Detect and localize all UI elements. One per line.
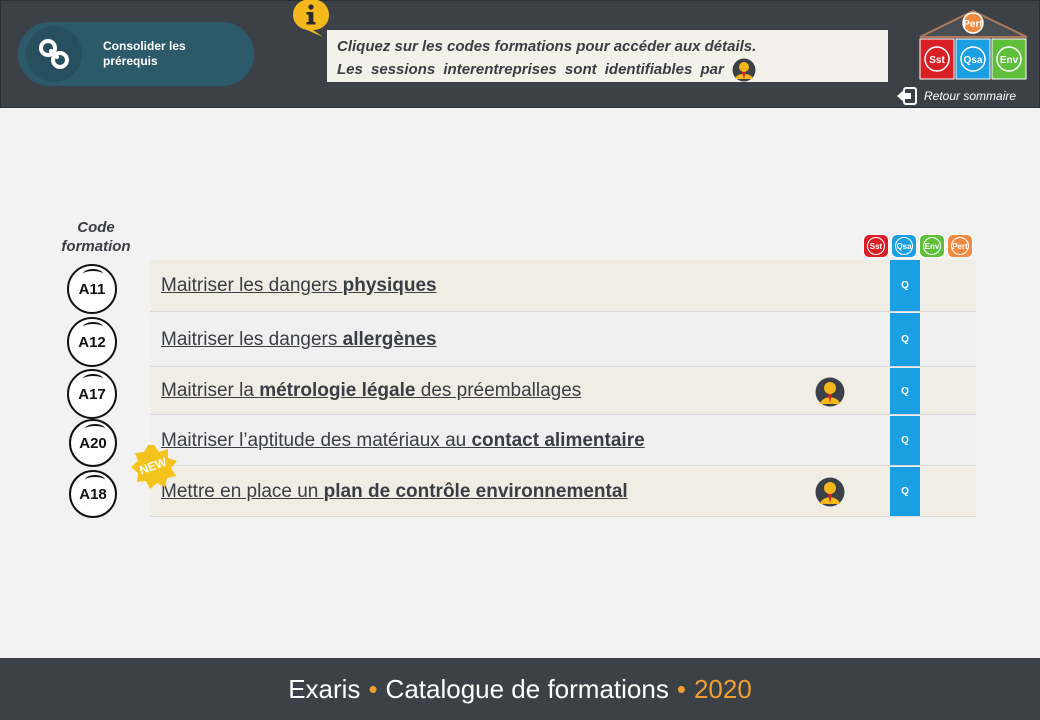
link-icon xyxy=(26,26,82,82)
category-q-marker: Q xyxy=(890,416,920,465)
course-title-link[interactable]: Maitriser les dangers allergènes xyxy=(150,313,860,366)
row-band: Maitriser la métrologie légale des préem… xyxy=(150,368,976,415)
svg-text:Env: Env xyxy=(1000,55,1019,66)
table-row: A11 Maitriser les dangers physiques Q xyxy=(0,260,1040,314)
footer-year: 2020 xyxy=(693,673,752,704)
category-q-marker: Q xyxy=(890,260,920,311)
instructions-line-2: Les sessions interentreprises sont ident… xyxy=(337,58,878,82)
svg-text:Sst: Sst xyxy=(929,55,945,66)
row-band: Maitriser les dangers allergènes Q xyxy=(150,313,976,367)
category-pert-icon: Pert xyxy=(947,234,973,258)
row-band: Maitriser les dangers physiques Q xyxy=(150,260,976,312)
code-badge-a20[interactable]: A20 xyxy=(69,419,117,467)
interentreprise-icon xyxy=(730,58,758,82)
course-title-link[interactable]: Maitriser l’aptitude des matériaux au co… xyxy=(150,416,860,465)
footer-bar: Exaris • Catalogue de formations • 2020 xyxy=(0,658,1040,720)
instructions-line-1: Cliquez sur les codes formations pour ac… xyxy=(337,38,757,55)
table-row: A12 Maitriser les dangers allergènes Q xyxy=(0,313,1040,367)
category-q-marker: Q xyxy=(890,368,920,414)
code-badge-a17[interactable]: A17 xyxy=(67,369,117,419)
back-label: Retour sommaire xyxy=(924,89,1017,103)
category-env-icon: Env xyxy=(919,234,945,258)
course-title-link[interactable]: Maitriser la métrologie légale des préem… xyxy=(150,368,860,414)
header-bar: Consolider les prérequis Cliquez sur les… xyxy=(0,0,1040,108)
code-column-header: Code formation xyxy=(61,219,131,255)
instructions-box: Cliquez sur les codes formations pour ac… xyxy=(327,30,888,82)
footer-separator: • xyxy=(368,673,378,704)
interentreprise-icon xyxy=(815,377,845,407)
category-q-marker: Q xyxy=(890,313,920,366)
course-title-link[interactable]: Maitriser les dangers physiques xyxy=(150,260,860,311)
code-badge-a18[interactable]: A18 xyxy=(69,470,117,518)
pill-label: Consolider les prérequis xyxy=(103,39,186,68)
svg-text:Qsa: Qsa xyxy=(964,55,983,66)
category-q-marker: Q xyxy=(890,467,920,516)
table-row: A17 Maitriser la métrologie légale des p… xyxy=(0,368,1040,419)
row-band: Maitriser l’aptitude des matériaux au co… xyxy=(150,416,976,466)
category-qsa-icon: Qsa xyxy=(891,234,917,258)
interentreprise-icon xyxy=(815,477,845,507)
back-arrow-icon xyxy=(897,87,917,105)
footer-separator: • xyxy=(676,673,686,704)
back-to-summary-link[interactable]: Retour sommaire xyxy=(896,87,1016,105)
footer-brand: Exaris xyxy=(288,673,361,704)
svg-text:Pert: Pert xyxy=(963,19,983,30)
new-badge: NEW xyxy=(130,444,178,490)
consolidate-prerequisites-button[interactable]: Consolider les prérequis xyxy=(18,22,254,86)
instructions-line-2-text: Les sessions interentreprises sont ident… xyxy=(337,61,724,78)
code-badge-a11[interactable]: A11 xyxy=(67,264,117,314)
row-band: Mettre en place un plan de contrôle envi… xyxy=(150,467,976,517)
course-title-link[interactable]: Mettre en place un plan de contrôle envi… xyxy=(150,467,860,516)
category-sst-icon: Sst xyxy=(863,234,889,258)
code-badge-a12[interactable]: A12 xyxy=(67,317,117,367)
category-header: Sst Qsa Env Pert xyxy=(863,234,973,258)
category-house-icon: Pert Sst Qsa Env xyxy=(916,7,1031,83)
footer-title: Catalogue de formations xyxy=(385,673,669,704)
